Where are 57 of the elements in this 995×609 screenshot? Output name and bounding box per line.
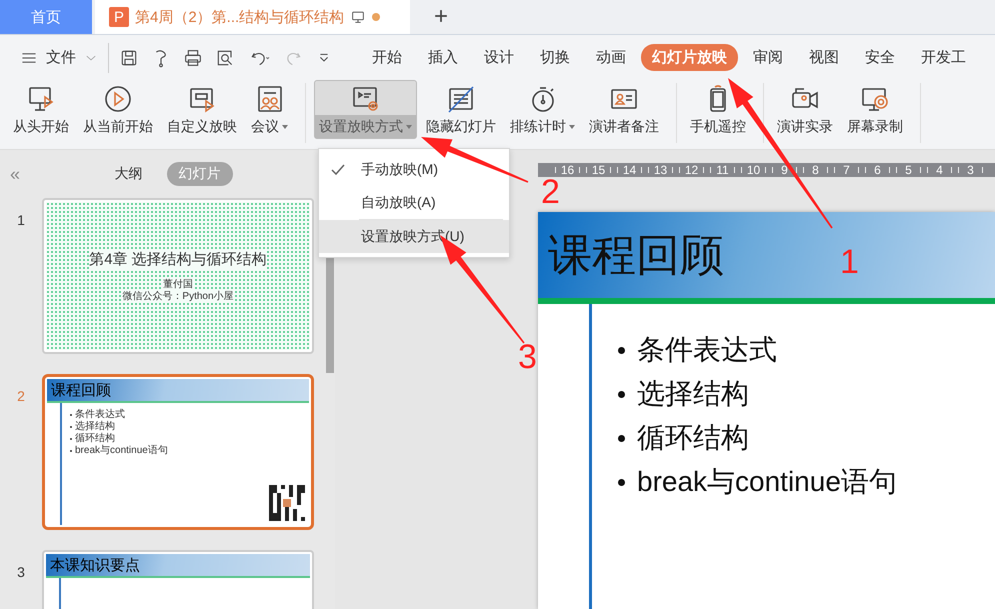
pane-tab[interactable]: 大纲 [102,162,154,186]
thumbnail-bullet: 循环结构 [75,433,115,444]
bullet-dot [618,346,625,354]
play-circle-icon [103,84,133,114]
print-icon [183,48,203,68]
menu-item[interactable]: 自动放映(A) [319,186,509,219]
ribbon-button[interactable]: 从当前开始 [78,80,158,139]
ribbon-button[interactable]: 隐藏幻灯片 [421,80,501,139]
new-tab-button[interactable]: + [416,0,466,34]
ribbon-tab[interactable]: 审阅 [742,44,794,71]
thumbnail-text: 微信公众号：Python小屋 [122,290,234,302]
ribbon-button[interactable]: 屏幕录制 [842,80,908,139]
bullet-dot [618,390,625,398]
bullet-dot [618,434,625,442]
hidden-slide-icon [446,84,476,114]
slide-thumbnail[interactable]: 第4章 选择结构与循环结构 董付国 微信公众号：Python小屋 [42,198,314,354]
thumbnail-title: 第4章 选择结构与循环结构 [89,250,267,268]
monitor-icon [350,9,366,25]
ribbon-button[interactable]: 排练计时 [505,80,580,139]
annotation-number: 3 [518,338,537,376]
ribbon-tab[interactable]: 动画 [585,44,637,71]
thumbnail-bullet: 选择结构 [75,421,115,432]
slide-bullet: break与continue语句 [637,465,897,499]
slide-number: 2 [16,387,26,404]
slide-bullet: 选择结构 [637,377,749,411]
menu-item[interactable]: 手动放映(M) [319,153,509,186]
ribbon-button[interactable]: 演讲实录 [772,80,838,139]
slide-bullet: 循环结构 [637,421,749,455]
ribbon-button[interactable]: 从头开始 [8,80,74,139]
ribbon-button[interactable]: 会议 [246,80,293,139]
annotation-number: 1 [840,243,859,281]
ribbon-tab[interactable]: 开始 [361,44,413,71]
ribbon-tab[interactable]: 安全 [854,44,906,71]
ribbon-tab[interactable]: 开发工 [910,44,977,71]
bullet-dot [618,478,625,486]
slide-number: 1 [16,211,26,228]
thumbnail-bullet: break与continue语句 [75,445,168,457]
thumbnail-title: 本课知识要点 [46,554,310,578]
ribbon-button[interactable]: 手机遥控 [685,80,751,139]
file-menu[interactable]: 文件 [20,48,98,67]
ribbon-button[interactable]: 演讲者备注 [584,80,664,139]
slide-thumbnail[interactable]: 本课知识要点 [42,550,314,609]
projector-screen-icon [26,84,56,114]
ribbon-button[interactable]: 设置放映方式 [314,80,417,139]
thumbnail-title: 课程回顾 [47,379,309,403]
slide-bullet: 条件表达式 [637,333,777,367]
slide-thumbnail[interactable]: 课程回顾 条件表达式 选择结构 循环结构 break与continue语句 [42,374,314,530]
slide-number: 3 [16,563,26,580]
presentation-badge: P [109,7,129,27]
ribbon-tab[interactable]: 切换 [529,44,581,71]
ribbon-tab[interactable]: 设计 [473,44,525,71]
ruler: 16 15 14 13 12 11 10 9 8 7 6 5 4 3 [538,163,995,177]
ribbon-tab[interactable]: 视图 [798,44,850,71]
thumbnail-text: 董付国 [163,278,193,290]
ribbon-button[interactable]: 自定义放映 [162,80,242,139]
ribbon-tab[interactable]: 插入 [417,44,469,71]
thumbnail-bullet: 条件表达式 [75,409,125,420]
